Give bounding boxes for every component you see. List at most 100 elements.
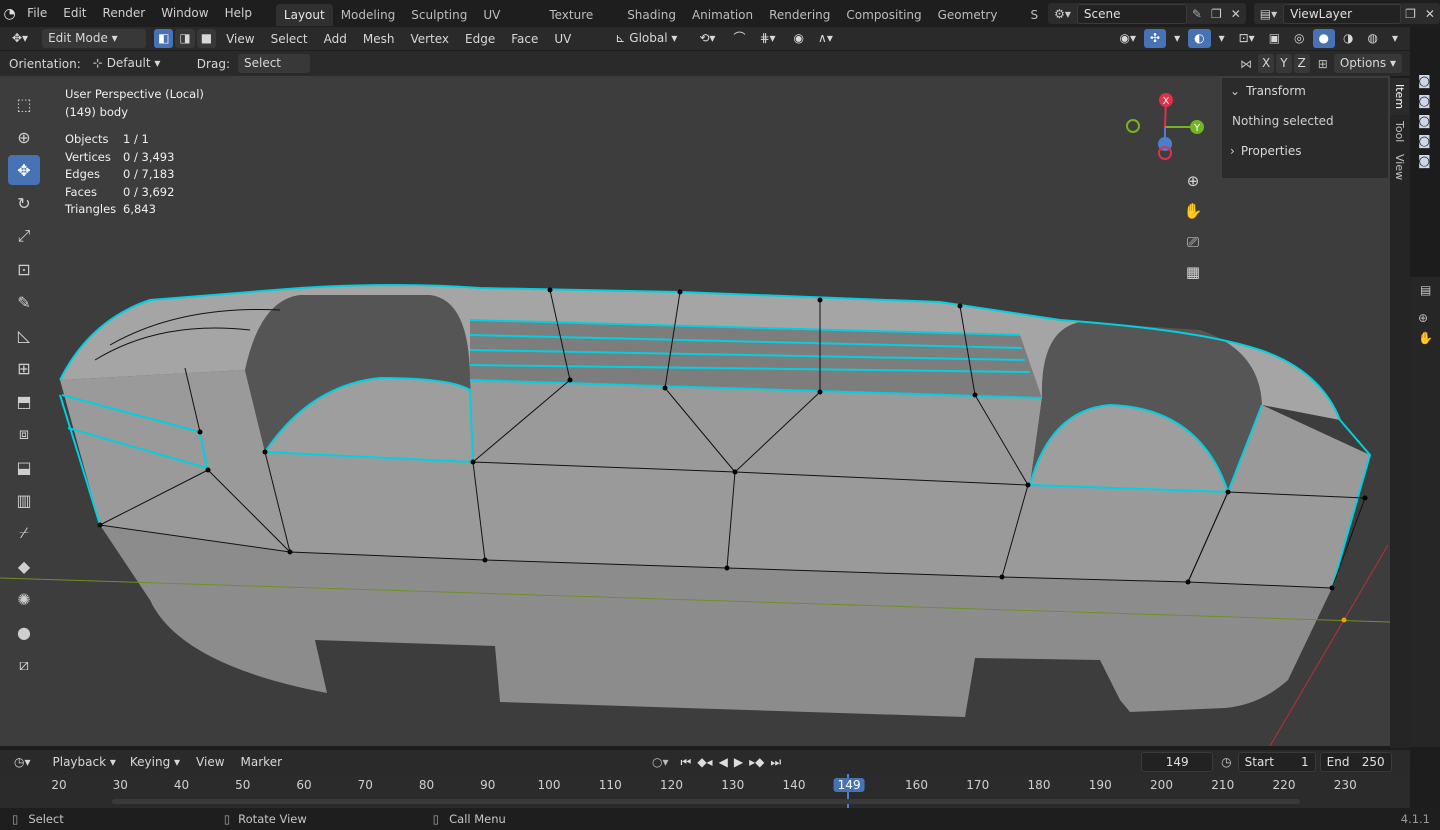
spin-icon[interactable]: ✺	[8, 584, 40, 614]
tab-scripting[interactable]: S	[1026, 4, 1042, 26]
pin-icon[interactable]: ✎	[1187, 7, 1207, 21]
drag-dropdown[interactable]: Select Box ▾	[237, 54, 310, 89]
shading-dropdown-icon[interactable]: ▾	[1385, 29, 1404, 48]
add-cube-icon[interactable]: ⊞	[8, 353, 40, 383]
proportional-edit-icon[interactable]: ◉	[787, 29, 811, 48]
tab-layout[interactable]: Layout	[275, 3, 333, 26]
extrude-icon[interactable]: ⬒	[8, 386, 40, 416]
play-icon[interactable]: ▶	[734, 755, 743, 769]
menu-uv[interactable]: UV	[546, 32, 579, 46]
mesh-edit-overlay-icon[interactable]: ⊡▾	[1232, 29, 1261, 48]
pan-hand-icon[interactable]: ✋	[1180, 198, 1206, 224]
menu-window[interactable]: Window	[153, 0, 216, 27]
tab-item[interactable]: Item	[1390, 78, 1409, 116]
menu-marker[interactable]: Marker	[233, 755, 290, 769]
scene-icon[interactable]: ⚙▾	[1048, 7, 1077, 21]
inset-icon[interactable]: ⧈	[8, 419, 40, 449]
tab-sculpting[interactable]: Sculpting	[403, 4, 475, 26]
timeline-editor-icon[interactable]: ◷▾	[8, 753, 37, 772]
editor-type-icon[interactable]: ✥▾	[6, 29, 34, 48]
annotate-icon[interactable]: ✎	[8, 287, 40, 317]
menu-view[interactable]: View	[188, 755, 232, 769]
mode-dropdown[interactable]: Edit Mode ▾	[42, 29, 147, 48]
gizmo-toggle-icon[interactable]: ✣	[1144, 29, 1167, 48]
tab-rendering[interactable]: Rendering	[761, 4, 838, 26]
wireframe-shading-icon[interactable]: ◎	[1288, 29, 1311, 48]
menu-vertex[interactable]: Vertex	[402, 32, 457, 46]
orientation-dropdown[interactable]: ⊹ Default ▾	[86, 54, 181, 73]
rotate-icon[interactable]: ↻	[8, 188, 40, 218]
tab-shading[interactable]: Shading	[619, 4, 684, 26]
menu-view[interactable]: View	[218, 32, 262, 46]
axis-z-toggle[interactable]: Z	[1293, 54, 1310, 73]
bevel-icon[interactable]: ⬓	[8, 452, 40, 482]
jump-start-icon[interactable]: ⏮	[681, 755, 692, 770]
hand-icon[interactable]: ✋	[1418, 331, 1440, 345]
tab-tool[interactable]: Tool	[1390, 115, 1409, 148]
edge-select-icon[interactable]: ◨	[175, 29, 195, 48]
end-frame-field[interactable]: End 250	[1319, 752, 1392, 772]
jump-end-icon[interactable]: ⏭	[770, 755, 781, 770]
overlay-toggle-icon[interactable]: ◐	[1188, 29, 1211, 48]
properties-section[interactable]: › Properties	[1222, 138, 1388, 164]
scale-icon[interactable]: ⤢	[8, 221, 40, 251]
vertex-select-icon[interactable]: ◧	[154, 29, 174, 48]
camera-view-icon[interactable]: ⎚	[1180, 229, 1206, 255]
pivot-icon[interactable]: ⟲▾	[693, 29, 722, 48]
keying-dropdown[interactable]: Keying ▾	[123, 752, 187, 772]
snap-target-icon[interactable]: ⋕▾	[753, 29, 782, 48]
menu-help[interactable]: Help	[217, 0, 260, 27]
solid-shading-icon[interactable]: ●	[1312, 29, 1335, 48]
menu-edge[interactable]: Edge	[457, 32, 503, 46]
move-icon[interactable]: ✥	[8, 155, 40, 185]
tab-texture-paint[interactable]: Texture Paint	[541, 4, 619, 44]
scene-field[interactable]: Scene	[1076, 3, 1187, 24]
render-icon[interactable]: ◙ ◙ ◙ ◙ ◙	[1418, 72, 1440, 172]
close-icon[interactable]: ✕	[1226, 7, 1246, 21]
menu-file[interactable]: File	[19, 0, 55, 27]
menu-add[interactable]: Add	[316, 32, 355, 46]
add-icon[interactable]: ⊕	[1418, 311, 1440, 325]
xray-icon[interactable]: ▣	[1262, 29, 1287, 48]
select-box-icon[interactable]: ⬚	[8, 89, 40, 119]
prev-keyframe-icon[interactable]: ◆◂	[697, 755, 712, 769]
tab-view[interactable]: View	[1390, 148, 1409, 186]
menu-render[interactable]: Render	[95, 0, 154, 27]
close-icon[interactable]: ✕	[1420, 7, 1440, 21]
gizmo-dropdown-icon[interactable]: ▾	[1168, 29, 1187, 48]
next-keyframe-icon[interactable]: ▸◆	[749, 755, 764, 769]
poly-build-icon[interactable]: ◆	[8, 551, 40, 581]
blender-logo-icon[interactable]: ◔	[0, 0, 19, 27]
start-frame-field[interactable]: Start 1	[1237, 752, 1316, 772]
knife-icon[interactable]: ⌿	[8, 518, 40, 548]
tab-modeling[interactable]: Modeling	[333, 4, 404, 26]
axis-x-toggle[interactable]: X	[1257, 54, 1275, 73]
navigation-gizmo[interactable]: X Y	[1120, 90, 1210, 165]
view-layer-field[interactable]: ViewLayer	[1283, 3, 1402, 24]
outliner-icon[interactable]: ▤	[1420, 283, 1440, 297]
new-scene-icon[interactable]: ❐	[1207, 7, 1226, 21]
visibility-icon[interactable]: ◉▾	[1113, 29, 1142, 48]
mirror-icon[interactable]: ⋈	[1240, 57, 1252, 71]
menu-face[interactable]: Face	[503, 32, 546, 46]
topology-icon[interactable]: ⊞	[1318, 57, 1328, 71]
transform-icon[interactable]: ⊡	[8, 254, 40, 284]
menu-select[interactable]: Select	[263, 32, 316, 46]
transform-section[interactable]: ⌄ Transform	[1222, 78, 1388, 104]
menu-edit[interactable]: Edit	[55, 0, 94, 27]
view-layer-icon[interactable]: ▤▾	[1254, 7, 1283, 21]
shear-icon[interactable]: ⧄	[8, 650, 40, 680]
rendered-shading-icon[interactable]: ◍	[1361, 29, 1384, 48]
measure-icon[interactable]: ◺	[8, 320, 40, 350]
new-view-layer-icon[interactable]: ❐	[1401, 7, 1420, 21]
transform-orientation-dropdown[interactable]: ⊾ Global ▾	[609, 29, 686, 48]
material-shading-icon[interactable]: ◑	[1337, 29, 1360, 48]
perspective-grid-icon[interactable]: ▦	[1180, 259, 1206, 285]
options-dropdown[interactable]: Options ▾	[1333, 54, 1402, 73]
menu-mesh[interactable]: Mesh	[355, 32, 403, 46]
falloff-icon[interactable]: ∧▾	[812, 29, 839, 48]
axis-y-toggle[interactable]: Y	[1276, 54, 1292, 73]
playback-dropdown[interactable]: Playback ▾	[46, 752, 122, 772]
tab-animation[interactable]: Animation	[684, 4, 761, 26]
auto-key-icon[interactable]: ○▾	[652, 755, 669, 769]
